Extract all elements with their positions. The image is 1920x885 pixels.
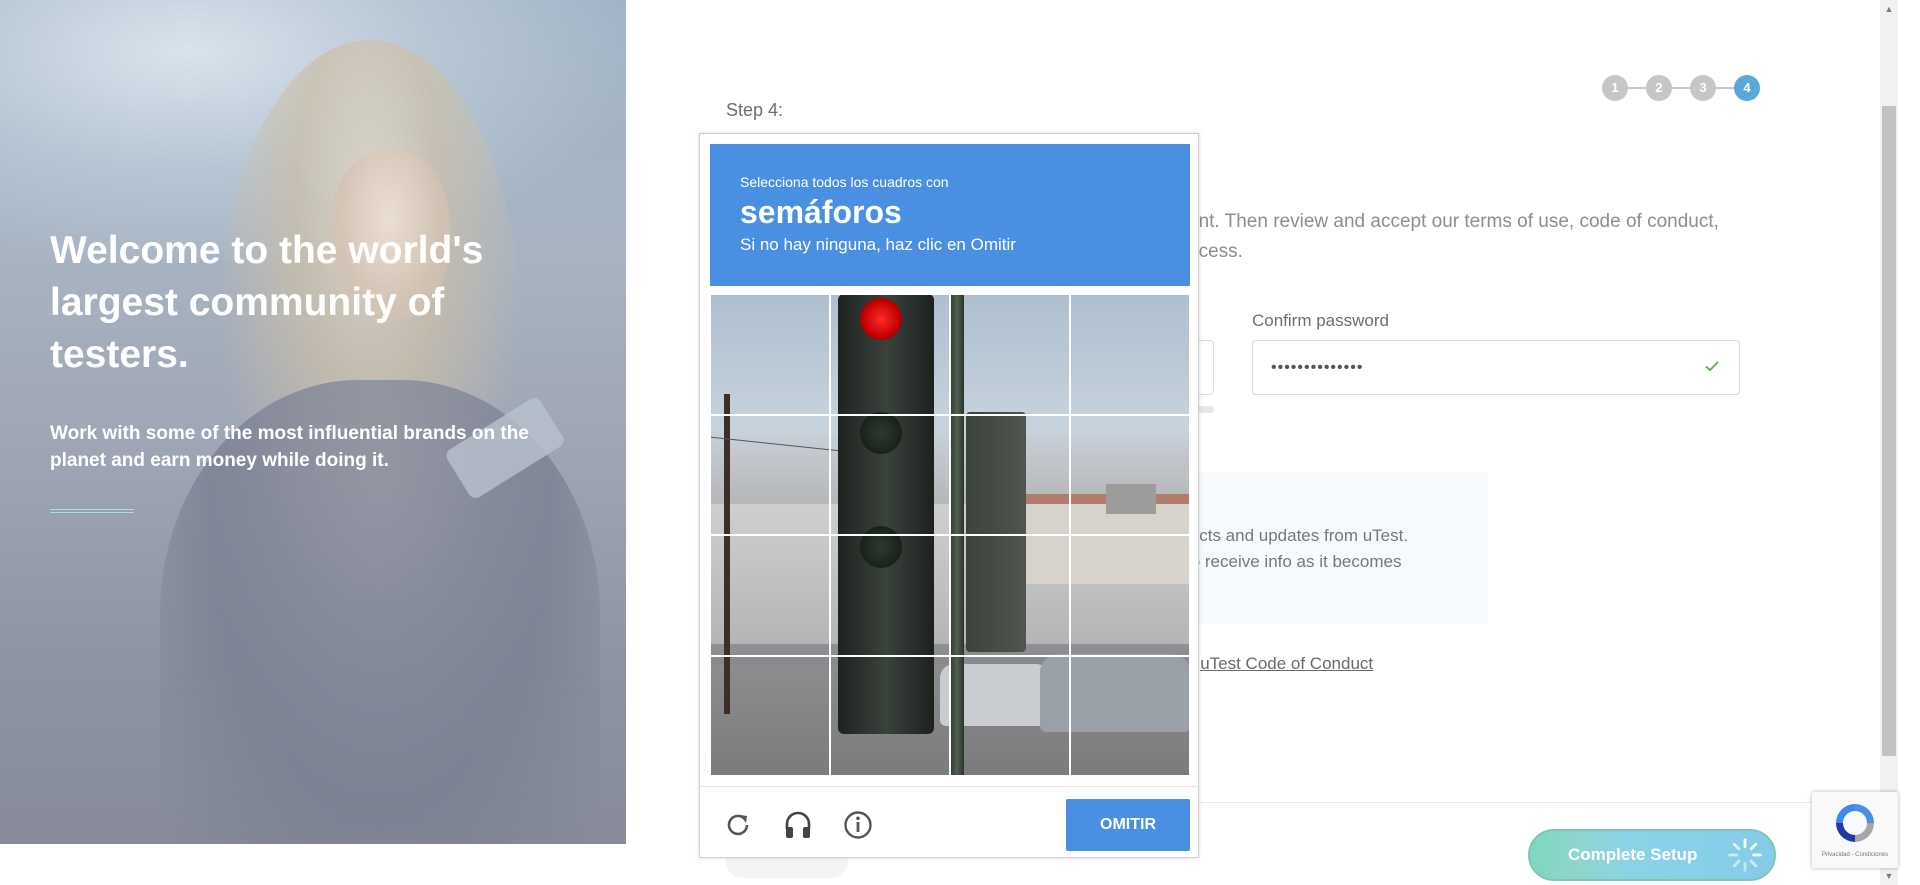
newsletter-line-2: to receive info as it becomes	[1186, 552, 1402, 571]
captcha-dialog: Selecciona todos los cuadros con semáfor…	[699, 133, 1200, 859]
step-2: 2	[1646, 75, 1672, 101]
info-icon[interactable]	[842, 809, 874, 841]
confirm-password-field[interactable]	[1252, 340, 1740, 395]
captcha-target: semáforos	[740, 194, 902, 230]
captcha-tile[interactable]	[950, 655, 1070, 776]
captcha-tile[interactable]	[830, 294, 950, 415]
captcha-skip-hint: Si no hay ninguna, haz clic en Omitir	[740, 235, 1016, 254]
captcha-tile[interactable]	[710, 655, 830, 776]
hero-divider	[50, 509, 134, 513]
scroll-up-arrow-icon[interactable]: ▲	[1882, 2, 1896, 16]
captcha-image-grid	[710, 294, 1190, 776]
reload-icon[interactable]	[722, 809, 754, 841]
hero-subtitle: Work with some of the most influential b…	[50, 423, 529, 471]
step-3: 3	[1690, 75, 1716, 101]
recaptcha-badge[interactable]: Privacidad - Condiciones	[1812, 792, 1898, 868]
captcha-instruction: Selecciona todos los cuadros con	[740, 174, 949, 190]
code-of-conduct-link[interactable]: uTest Code of Conduct	[1200, 654, 1373, 673]
captcha-tile[interactable]	[950, 535, 1070, 656]
captcha-tile[interactable]	[1070, 294, 1190, 415]
recaptcha-badge-text: Privacidad - Condiciones	[1821, 852, 1889, 858]
step-indicator: 1 2 3 4	[1602, 75, 1764, 101]
newsletter-line-1: jects and updates from uTest.	[1186, 526, 1409, 545]
captcha-tile[interactable]	[830, 655, 950, 776]
captcha-tile[interactable]	[950, 414, 1070, 535]
captcha-footer: OMITIR	[700, 786, 1200, 859]
captcha-tile[interactable]	[1070, 414, 1190, 535]
step-1: 1	[1602, 75, 1628, 101]
scrollbar-thumb[interactable]	[1882, 106, 1896, 756]
captcha-tile[interactable]	[710, 294, 830, 415]
intro-line-1: unt. Then review and accept our terms of…	[1188, 211, 1719, 232]
loading-spinner-icon	[1728, 838, 1762, 872]
newsletter-text: jects and updates from uTest. to receive…	[1186, 523, 1486, 575]
hero-panel: Welcome to the world's largest community…	[0, 0, 626, 844]
captcha-tile[interactable]	[830, 414, 950, 535]
step-connector	[1716, 87, 1734, 89]
captcha-tile[interactable]	[950, 294, 1070, 415]
intro-text: unt. Then review and accept our terms of…	[1188, 207, 1748, 267]
step-4-active: 4	[1734, 75, 1760, 101]
confirm-password-label: Confirm password	[1252, 311, 1389, 330]
code-of-conduct-row: e uTest Code of Conduct	[1186, 654, 1373, 674]
captcha-tile[interactable]	[1070, 535, 1190, 656]
step-connector	[1672, 87, 1690, 89]
captcha-tile[interactable]	[1070, 655, 1190, 776]
audio-challenge-headphones-icon[interactable]	[782, 809, 814, 841]
step-connector	[1628, 87, 1646, 89]
recaptcha-logo-icon	[1836, 804, 1874, 842]
skip-button[interactable]: OMITIR	[1066, 799, 1190, 851]
hero-title: Welcome to the world's largest community…	[50, 229, 484, 376]
captcha-tiles	[710, 294, 1190, 776]
captcha-header: Selecciona todos los cuadros con semáfor…	[710, 144, 1190, 286]
captcha-tile[interactable]	[710, 414, 830, 535]
check-icon	[1705, 361, 1719, 372]
step-label: Step 4:	[726, 100, 784, 120]
footer-divider	[1182, 802, 1882, 803]
back-button-shadow	[726, 858, 848, 878]
scroll-down-arrow-icon[interactable]: ▼	[1882, 869, 1896, 883]
captcha-tile[interactable]	[830, 535, 950, 656]
captcha-tile[interactable]	[710, 535, 830, 656]
